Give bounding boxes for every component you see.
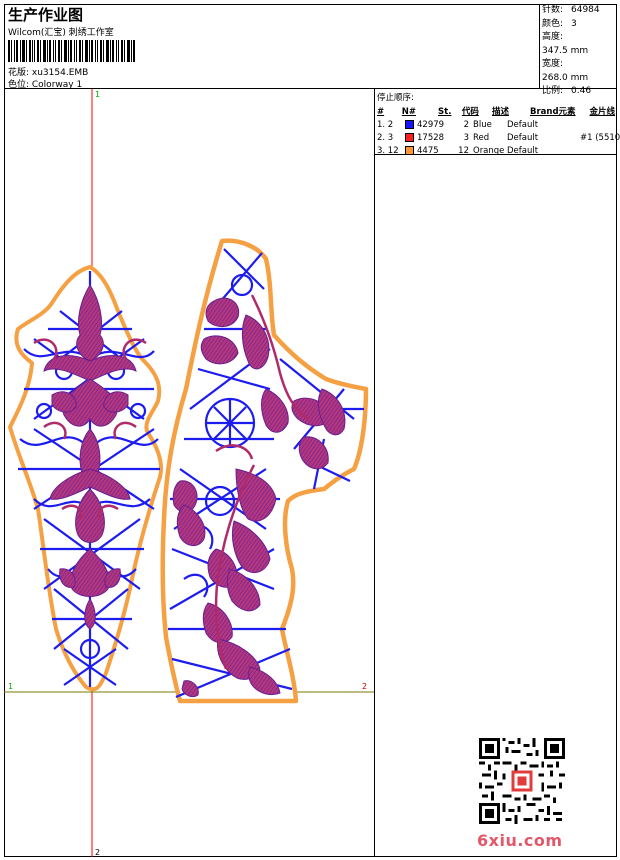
left-motif [8,265,163,692]
row-cell: Default [507,133,539,143]
stop-sequence-title: 停止顺序: [377,93,414,103]
row-stitches: 4475 [405,145,446,158]
stop-sequence-row: 1. 2 42979 2 Blue Default [377,119,615,132]
row-cell: Blue [473,120,492,130]
color-swatch [405,120,414,129]
panel-divider [374,89,375,857]
row-cell: #1 (5510) [580,133,620,143]
guide-marker-bottom: 2 [95,848,100,857]
row-stitches: 42979 [405,119,446,132]
row-index: 1. 2 [377,120,394,130]
stop-sequence-row: 2. 3 17528 3 Red Default #1 (5510) [377,132,620,145]
header-divider [539,4,540,89]
row-cell: 12 [458,146,469,156]
barcode [8,40,135,62]
page-title: 生产作业图 [8,6,84,24]
color-swatch [405,146,414,155]
row-stitches: 17528 [405,132,446,145]
stop-sequence-header: # N# St. 代码 描述 Brand 元素 金片线 [377,107,615,117]
stop-sequence-panel: 停止顺序: # N# St. 代码 描述 Brand 元素 金片线 1. 2 42… [377,91,620,158]
stat-width: 宽度:268.0 mm [542,59,589,83]
qr-code [479,738,565,824]
row-cell: Default [507,120,539,130]
stat-colors: 颜色: 3 [542,18,577,29]
design-stats: 针数: 64984 颜色: 3 高度:347.5 mm 宽度:268.0 mm 比例… [542,4,617,99]
stat-stitches: 针数: 64984 [542,5,600,15]
stop-sequence-row: 3. 12 4475 12 Orange Default [377,145,615,158]
studio-subtitle: Wilcom(汇宝) 刺绣工作室 [8,28,114,38]
stat-height: 高度:347.5 mm [542,32,589,56]
row-cell: 2 [463,120,469,130]
embroidery-preview: 1 2 1 2 [4,89,374,857]
color-swatch [405,133,414,142]
right-motif [160,238,369,704]
site-watermark: 6xiu.com [477,831,563,850]
guide-marker-left: 1 [8,682,13,691]
row-cell: 3 [463,133,469,143]
guide-marker-right: 2 [362,682,367,691]
row-cell: Orange [473,146,505,156]
row-cell: Red [473,133,490,143]
row-index: 3. 12 [377,146,399,156]
row-index: 2. 3 [377,133,394,143]
guide-marker-top: 1 [95,90,100,99]
header: 生产作业图 Wilcom(汇宝) 刺绣工作室 花版: xu3154.EMB 色位… [4,4,617,96]
row-cell: Default [507,146,539,156]
